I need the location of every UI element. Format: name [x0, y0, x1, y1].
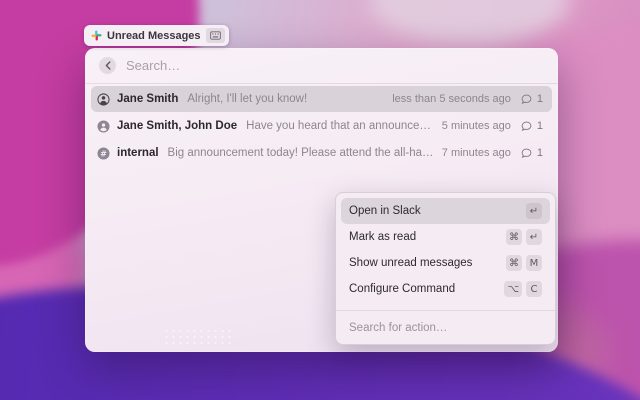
message-row-jane-smith[interactable]: Jane Smith Alright, I'll let you know! l…	[91, 86, 552, 112]
search-input[interactable]	[126, 58, 544, 73]
shortcut-keys: ⌘ ↵	[506, 229, 542, 245]
message-list: Jane Smith Alright, I'll let you know! l…	[85, 84, 558, 166]
action-label: Open in Slack	[349, 205, 421, 217]
message-row-internal[interactable]: # internal Big announcement today! Pleas…	[91, 140, 552, 166]
action-label: Mark as read	[349, 231, 416, 243]
key-return: ↵	[526, 203, 542, 219]
hotkey-pill-label: Unread Messages	[107, 30, 201, 42]
message-time: 5 minutes ago	[442, 120, 511, 132]
hash-circle-icon: #	[97, 147, 110, 160]
key-command: ⌘	[506, 229, 522, 245]
message-meta: 7 minutes ago 1	[442, 147, 543, 159]
hotkey-pill[interactable]: Unread Messages	[84, 25, 229, 46]
message-time: 7 minutes ago	[442, 147, 511, 159]
svg-text:#: #	[100, 149, 107, 158]
shortcut-keys: ⌘ M	[506, 255, 542, 271]
action-search-bar	[336, 310, 555, 344]
slack-icon	[91, 30, 102, 41]
search-bar	[85, 48, 558, 84]
message-title: Jane Smith	[117, 93, 178, 105]
key-command: ⌘	[506, 255, 522, 271]
action-item-mark-as-read[interactable]: Mark as read ⌘ ↵	[341, 224, 550, 250]
message-row-jane-smith-john-doe[interactable]: Jane Smith, John Doe Have you heard that…	[91, 113, 552, 139]
desktop-wallpaper: Unread Messages	[0, 0, 640, 400]
key-return: ↵	[526, 229, 542, 245]
unread-count: 1	[537, 147, 543, 159]
key-option: ⌥	[504, 281, 522, 297]
message-meta: 5 minutes ago 1	[442, 120, 543, 132]
unread-count: 1	[537, 93, 543, 105]
action-item-show-unread-messages[interactable]: Show unread messages ⌘ M	[341, 250, 550, 276]
message-title: internal	[117, 147, 159, 159]
message-preview: Big announcement today! Please attend th…	[168, 147, 435, 159]
person-circle-icon	[97, 93, 110, 106]
shortcut-keys: ↵	[526, 203, 542, 219]
speech-bubble-icon	[521, 148, 532, 159]
speech-bubble-icon	[521, 121, 532, 132]
wallpaper-shape	[370, 0, 570, 45]
message-title: Jane Smith, John Doe	[117, 120, 237, 132]
message-preview: Have you heard that an announcement is c…	[246, 120, 435, 132]
action-label: Show unread messages	[349, 257, 472, 269]
action-search-input[interactable]	[349, 322, 542, 334]
message-time: less than 5 seconds ago	[392, 93, 511, 105]
raycast-watermark-dots	[163, 328, 231, 346]
key-c: C	[526, 281, 542, 297]
keyboard-icon	[206, 28, 225, 43]
key-m: M	[526, 255, 542, 271]
chevron-left-icon	[105, 61, 111, 70]
shortcut-keys: ⌥ C	[504, 281, 542, 297]
back-button[interactable]	[99, 57, 116, 74]
person-filled-circle-icon	[97, 120, 110, 133]
message-preview: Alright, I'll let you know!	[187, 93, 307, 105]
action-item-open-in-slack[interactable]: Open in Slack ↵	[341, 198, 550, 224]
speech-bubble-icon	[521, 94, 532, 105]
action-panel: Open in Slack ↵ Mark as read ⌘ ↵ Show un…	[335, 192, 556, 345]
unread-count: 1	[537, 120, 543, 132]
message-meta: less than 5 seconds ago 1	[392, 93, 543, 105]
action-label: Configure Command	[349, 283, 455, 295]
action-item-configure-command[interactable]: Configure Command ⌥ C	[341, 276, 550, 302]
launcher-window: Jane Smith Alright, I'll let you know! l…	[85, 48, 558, 352]
